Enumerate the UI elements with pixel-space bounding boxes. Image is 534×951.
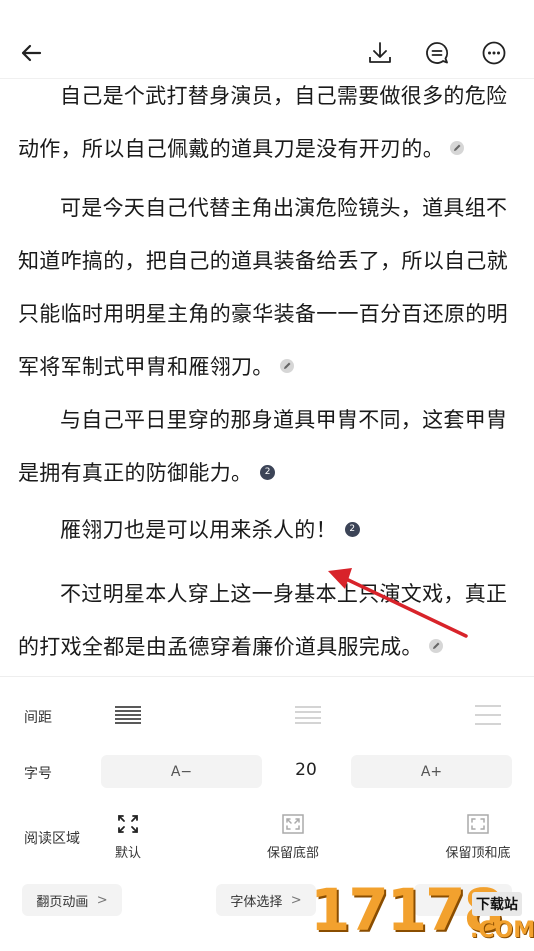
site-watermark: 17178 下载站 .COM <box>310 872 534 950</box>
spacing-label: 间距 <box>24 710 52 726</box>
page-animation-button[interactable]: 翻页动画 > <box>22 884 122 916</box>
spacing-medium-icon[interactable] <box>294 704 322 730</box>
reading-area-default[interactable]: 默认 <box>98 814 158 861</box>
expand-icon <box>467 814 489 834</box>
font-decrease-button[interactable]: A− <box>101 755 262 788</box>
watermark-domain: .COM <box>470 918 534 943</box>
font-select-button[interactable]: 字体选择 > <box>216 884 316 916</box>
reading-area-keep-top-bottom[interactable]: 保留顶和底 <box>438 814 518 861</box>
watermark-tag: 下载站 <box>472 892 522 916</box>
font-size-value: 20 <box>295 760 317 780</box>
font-increase-button[interactable]: A+ <box>351 755 512 788</box>
reading-area-keep-bottom[interactable]: 保留底部 <box>255 814 331 861</box>
font-size-label: 字号 <box>24 766 52 782</box>
reading-area-label: 阅读区域 <box>24 831 80 847</box>
spacing-loose-icon[interactable] <box>474 704 502 730</box>
expand-icon <box>282 814 304 834</box>
spacing-tight-icon[interactable] <box>114 704 142 730</box>
expand-icon <box>118 815 138 833</box>
